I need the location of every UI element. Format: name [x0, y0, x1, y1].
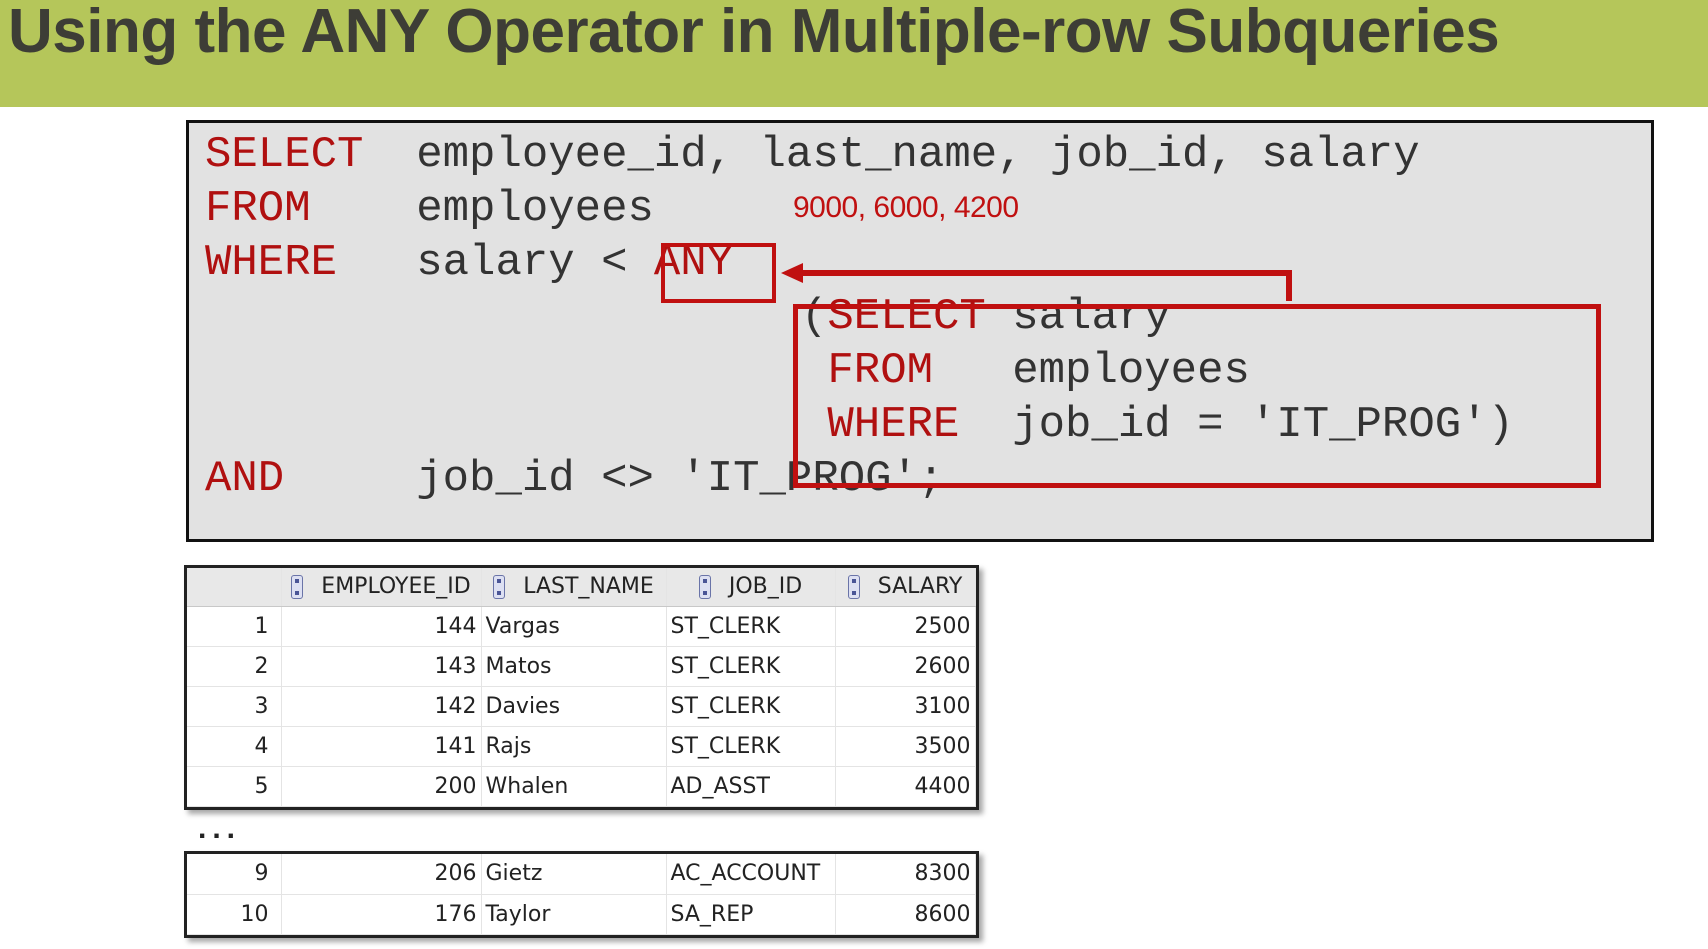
last-name-cell[interactable]: Taylor	[481, 894, 667, 935]
sort-icon[interactable]	[847, 575, 860, 600]
rows-omitted-ellipsis: ...	[198, 812, 242, 845]
column-header-salary[interactable]: SALARY	[835, 568, 976, 607]
last-name-cell[interactable]: Davies	[481, 686, 667, 727]
sort-icon[interactable]	[698, 575, 711, 600]
last-name-cell[interactable]: Rajs	[481, 726, 667, 767]
employee-id-cell[interactable]: 200	[281, 766, 482, 807]
employee-id-cell[interactable]: 144	[281, 606, 482, 647]
salary-cell[interactable]: 8300	[835, 854, 976, 895]
table-row[interactable]: 9 206 Gietz AC_ACCOUNT 8300	[187, 854, 976, 895]
job-id-cell[interactable]: AC_ACCOUNT	[666, 854, 836, 895]
salary-cell[interactable]: 8600	[835, 894, 976, 935]
row-number: 1	[187, 606, 282, 647]
employee-id-cell[interactable]: 141	[281, 726, 482, 767]
row-number: 3	[187, 686, 282, 727]
row-number-header	[187, 568, 282, 607]
row-number: 10	[187, 894, 282, 935]
employee-id-cell[interactable]: 143	[281, 646, 482, 687]
results-header-row: EMPLOYEE_ID LAST_NAME JOB_ID SALARY	[187, 568, 976, 607]
column-header-employee-id[interactable]: EMPLOYEE_ID	[281, 568, 482, 607]
table-row[interactable]: 2 143 Matos ST_CLERK 2600	[187, 646, 976, 687]
row-number: 2	[187, 646, 282, 687]
results-grid-top: EMPLOYEE_ID LAST_NAME JOB_ID SALARY 1 14…	[184, 565, 979, 810]
last-name-cell[interactable]: Gietz	[481, 854, 667, 895]
results-grid-bottom: 9 206 Gietz AC_ACCOUNT 8300 10 176 Taylo…	[184, 851, 979, 938]
job-id-cell[interactable]: ST_CLERK	[666, 686, 836, 727]
salary-cell[interactable]: 3500	[835, 726, 976, 767]
job-id-cell[interactable]: ST_CLERK	[666, 646, 836, 687]
table-row[interactable]: 3 142 Davies ST_CLERK 3100	[187, 686, 976, 727]
table-row[interactable]: 1 144 Vargas ST_CLERK 2500	[187, 606, 976, 647]
employee-id-cell[interactable]: 206	[281, 854, 482, 895]
employee-id-cell[interactable]: 142	[281, 686, 482, 727]
title-bar: Using the ANY Operator in Multiple-row S…	[0, 0, 1708, 107]
employee-id-cell[interactable]: 176	[281, 894, 482, 935]
last-name-cell[interactable]: Vargas	[481, 606, 667, 647]
salary-cell[interactable]: 3100	[835, 686, 976, 727]
sort-icon[interactable]	[291, 575, 304, 600]
job-id-cell[interactable]: SA_REP	[666, 894, 836, 935]
column-header-job-id[interactable]: JOB_ID	[666, 568, 836, 607]
sql-code-box: SELECT employee_id, last_name, job_id, s…	[186, 120, 1654, 542]
slide-title: Using the ANY Operator in Multiple-row S…	[8, 0, 1500, 66]
row-number: 5	[187, 766, 282, 807]
job-id-cell[interactable]: AD_ASST	[666, 766, 836, 807]
last-name-cell[interactable]: Matos	[481, 646, 667, 687]
table-row[interactable]: 5 200 Whalen AD_ASST 4400	[187, 766, 976, 807]
salary-cell[interactable]: 2600	[835, 646, 976, 687]
salary-cell[interactable]: 4400	[835, 766, 976, 807]
salary-cell[interactable]: 2500	[835, 606, 976, 647]
last-name-cell[interactable]: Whalen	[481, 766, 667, 807]
subquery-arrow	[781, 263, 1292, 301]
table-row[interactable]: 10 176 Taylor SA_REP 8600	[187, 894, 976, 935]
row-number: 4	[187, 726, 282, 767]
table-row[interactable]: 4 141 Rajs ST_CLERK 3500	[187, 726, 976, 767]
column-header-last-name[interactable]: LAST_NAME	[481, 568, 667, 607]
row-number: 9	[187, 854, 282, 895]
sort-icon[interactable]	[493, 575, 506, 600]
job-id-cell[interactable]: ST_CLERK	[666, 726, 836, 767]
job-id-cell[interactable]: ST_CLERK	[666, 606, 836, 647]
